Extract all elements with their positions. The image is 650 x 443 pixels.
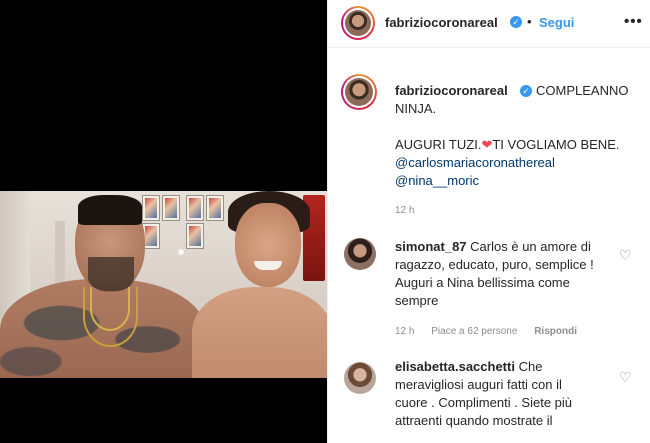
photo-doorframe <box>55 221 65 291</box>
post-panel: fabriziocoronareal ✓ • Segui ••• fabrizi… <box>327 0 650 443</box>
person-right-head <box>235 203 301 287</box>
caption-text-line2: NINJA. <box>395 101 437 116</box>
mention-link[interactable]: @carlosmariacoronathereal <box>395 154 555 172</box>
comment-text: cuore . Complimenti . Siete più <box>395 395 573 410</box>
comment-likes[interactable]: Piace a 62 persone <box>431 326 517 337</box>
comment-username[interactable]: elisabetta.sacchetti <box>395 359 515 374</box>
photo-frame <box>206 195 224 221</box>
photo-frame <box>186 195 204 221</box>
comment-text: sempre <box>395 293 439 308</box>
comment-meta: 12 h Piace a 62 persone Rispondi <box>395 326 591 337</box>
header-separator: • <box>527 14 532 29</box>
photo-frame <box>142 195 160 221</box>
comment-text: meravigliosi auguri fatti con il <box>395 377 562 392</box>
caption-text-line1: COMPLEANNO <box>536 83 629 98</box>
caption-greeting: AUGURI TUZI. <box>395 137 482 152</box>
caption-love: TI VOGLIAMO BENE. <box>492 137 620 152</box>
comment-text: attraenti quando mostrate il <box>395 413 553 428</box>
comment-text: Carlos è un amore di <box>470 239 591 254</box>
post-media[interactable] <box>0 0 327 443</box>
commenter-avatar[interactable] <box>344 362 376 394</box>
person-left-beard <box>88 257 134 291</box>
photo-frame <box>162 195 180 221</box>
person-right-body <box>192 287 327 378</box>
caption-avatar[interactable] <box>341 74 377 110</box>
follow-button[interactable]: Segui <box>539 15 574 30</box>
author-avatar[interactable] <box>341 6 375 40</box>
comment-line: elisabetta.sacchetti Che <box>395 358 542 376</box>
more-options-icon[interactable]: ••• <box>624 13 643 30</box>
comment-text: Auguri a Nina bellissima come <box>395 275 570 290</box>
post-header: fabriziocoronareal ✓ • Segui ••• <box>328 0 650 48</box>
heart-emoji-icon: ❤ <box>481 137 493 152</box>
reply-button[interactable]: Rispondi <box>534 326 577 337</box>
verified-icon: ✓ <box>520 85 532 97</box>
comment-line: simonat_87 Carlos è un amore di <box>395 238 591 256</box>
photo-frame <box>186 223 204 249</box>
comment-username[interactable]: simonat_87 <box>395 239 467 254</box>
like-comment-icon[interactable]: ♡ <box>619 248 633 262</box>
comment-text: Che <box>518 359 543 374</box>
post-photo <box>0 191 327 378</box>
photo-light <box>178 249 184 255</box>
like-comment-icon[interactable]: ♡ <box>619 370 633 384</box>
necklace <box>90 287 130 331</box>
commenter-avatar[interactable] <box>344 238 376 270</box>
person-left-hair <box>78 195 142 225</box>
caption-timestamp[interactable]: 12 h <box>395 205 414 216</box>
caption-username[interactable]: fabriziocoronareal <box>395 83 508 98</box>
caption-text-line3: AUGURI TUZI.❤TI VOGLIAMO BENE. <box>395 136 619 154</box>
comment-timestamp[interactable]: 12 h <box>395 326 414 337</box>
author-username[interactable]: fabriziocoronareal <box>385 15 498 30</box>
mention-link[interactable]: @nina__moric <box>395 172 479 190</box>
verified-icon: ✓ <box>510 16 522 28</box>
comment-text: ragazzo, educato, puro, semplice ! <box>395 257 594 272</box>
